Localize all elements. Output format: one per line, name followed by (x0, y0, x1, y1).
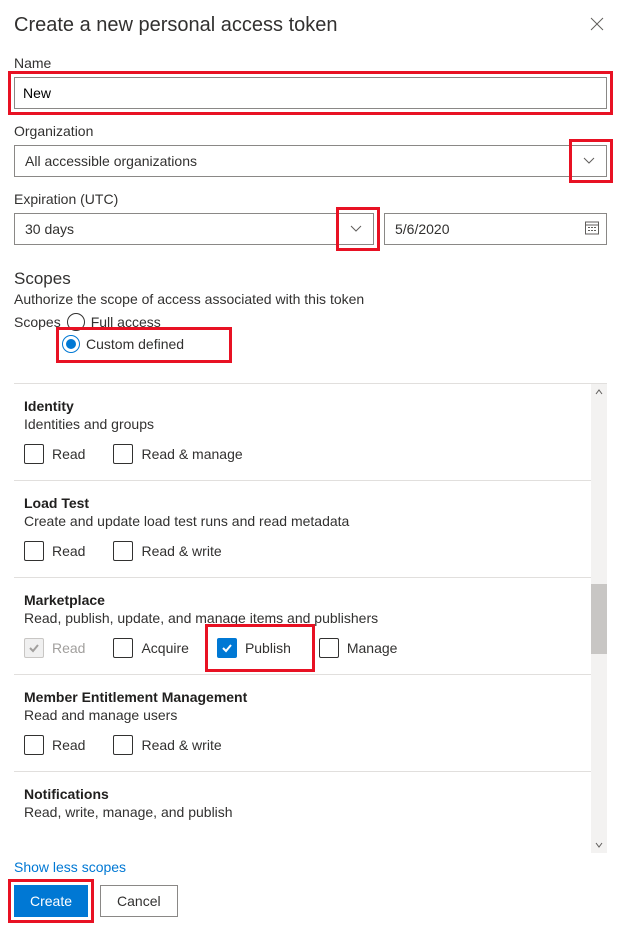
scopes-label: Scopes (14, 314, 61, 330)
radio-full-access-label: Full access (91, 314, 161, 330)
check-member-read-write[interactable]: Read & write (113, 735, 221, 755)
check-marketplace-read: Read (24, 638, 85, 658)
scroll-down-icon[interactable] (591, 837, 607, 853)
radio-full-access[interactable] (67, 313, 85, 331)
check-marketplace-acquire[interactable]: Acquire (113, 638, 188, 658)
scope-title: Member Entitlement Management (24, 689, 585, 705)
scope-title: Marketplace (24, 592, 585, 608)
scope-member-entitlement: Member Entitlement Management Read and m… (14, 675, 591, 772)
scrollbar[interactable] (591, 384, 607, 853)
check-marketplace-manage[interactable]: Manage (319, 638, 398, 658)
calendar-icon (584, 220, 600, 239)
cancel-button[interactable]: Cancel (100, 885, 178, 917)
scope-desc: Read and manage users (24, 707, 585, 723)
check-identity-read-manage[interactable]: Read & manage (113, 444, 242, 464)
organization-label: Organization (14, 123, 607, 139)
scope-title: Load Test (24, 495, 585, 511)
expiration-duration-select[interactable]: 30 days (14, 213, 374, 245)
scope-marketplace: Marketplace Read, publish, update, and m… (14, 578, 591, 675)
scope-loadtest: Load Test Create and update load test ru… (14, 481, 591, 578)
expiration-duration-value: 30 days (25, 221, 74, 237)
expiration-date-value: 5/6/2020 (395, 221, 450, 237)
name-input[interactable] (14, 77, 607, 109)
organization-select[interactable]: All accessible organizations (14, 145, 607, 177)
scopes-subheading: Authorize the scope of access associated… (14, 291, 607, 307)
scrollbar-thumb[interactable] (591, 584, 607, 654)
scope-title: Notifications (24, 786, 585, 802)
scope-title: Identity (24, 398, 585, 414)
scope-desc: Identities and groups (24, 416, 585, 432)
chevron-down-icon (345, 218, 367, 240)
check-loadtest-read-write[interactable]: Read & write (113, 541, 221, 561)
page-title: Create a new personal access token (14, 14, 338, 37)
scope-notifications: Notifications Read, write, manage, and p… (14, 772, 591, 822)
scroll-up-icon[interactable] (591, 384, 607, 400)
check-loadtest-read[interactable]: Read (24, 541, 85, 561)
scope-desc: Read, write, manage, and publish (24, 804, 585, 820)
check-marketplace-publish[interactable]: Publish (217, 638, 291, 658)
close-icon (589, 16, 605, 32)
close-button[interactable] (587, 14, 607, 34)
check-identity-read[interactable]: Read (24, 444, 85, 464)
show-less-scopes-link[interactable]: Show less scopes (14, 853, 607, 885)
radio-custom-defined[interactable] (62, 335, 80, 353)
create-button[interactable]: Create (14, 885, 88, 917)
scope-desc: Read, publish, update, and manage items … (24, 610, 585, 626)
name-label: Name (14, 55, 607, 71)
expiration-label: Expiration (UTC) (14, 191, 607, 207)
chevron-down-icon (578, 150, 600, 172)
check-member-read[interactable]: Read (24, 735, 85, 755)
scopes-heading: Scopes (14, 269, 607, 289)
scope-desc: Create and update load test runs and rea… (24, 513, 585, 529)
expiration-date-picker[interactable]: 5/6/2020 (384, 213, 607, 245)
scope-identity: Identity Identities and groups Read Read… (14, 384, 591, 481)
radio-custom-defined-label: Custom defined (86, 336, 184, 352)
organization-value: All accessible organizations (25, 153, 197, 169)
